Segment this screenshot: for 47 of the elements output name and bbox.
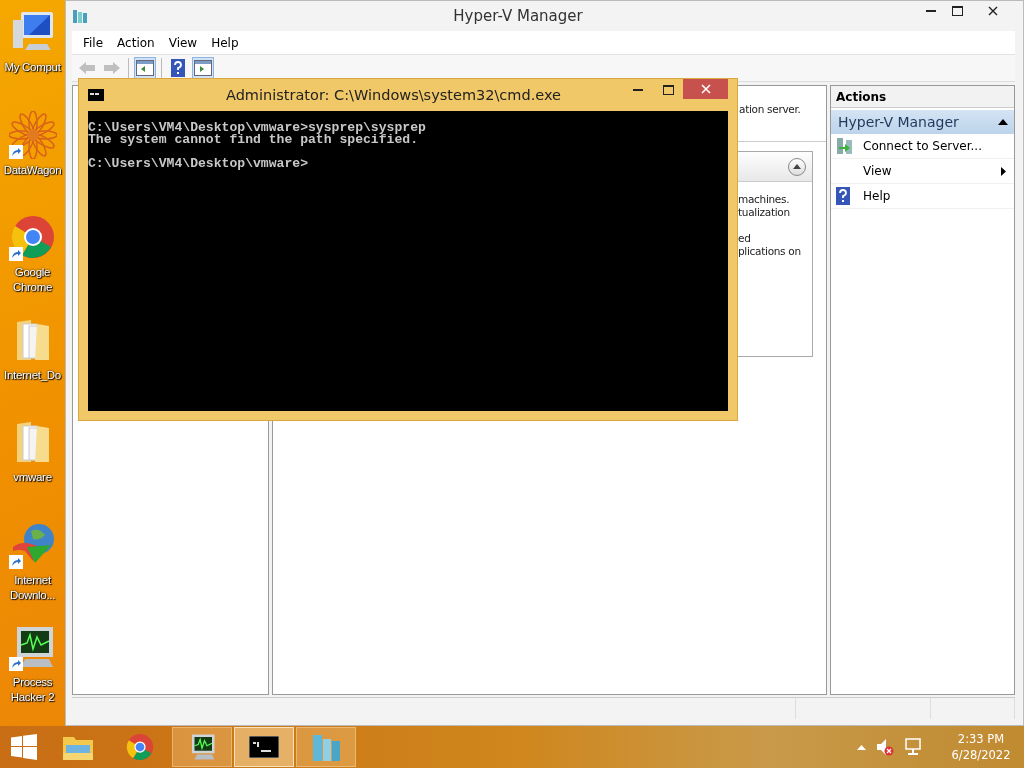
show-hidden-icons-icon[interactable] — [857, 744, 866, 750]
close-icon — [987, 6, 998, 16]
console-line: C:\Users\VM4\Desktop\vmware> — [88, 158, 309, 170]
network-icon[interactable] — [904, 738, 922, 756]
servers-icon — [72, 8, 88, 24]
toolbar-button[interactable] — [192, 57, 214, 79]
back-arrow-icon — [78, 61, 96, 75]
description-paragraph: machines. tualization — [738, 193, 791, 219]
minimize-icon — [633, 88, 643, 92]
window-title: Hyper-V Manager — [452, 7, 584, 25]
windows-logo-icon — [11, 734, 37, 760]
taskbar-button[interactable] — [234, 727, 294, 767]
menu-item[interactable]: File — [76, 35, 111, 50]
help-icon — [836, 187, 850, 205]
console-icon — [249, 736, 279, 758]
maximize-icon — [662, 85, 674, 95]
description-text: ation server. — [739, 103, 801, 115]
left-pane-icon — [136, 60, 154, 76]
console-line: The system cannot find the path specified. — [88, 134, 419, 146]
console-icon — [88, 89, 104, 101]
star-icon — [8, 110, 57, 159]
view-submenu[interactable]: View — [831, 159, 1014, 184]
console-line: C:\Users\VM4\Desktop\vmware>sysprep\sysprep — [88, 122, 427, 134]
help-icon — [171, 59, 185, 77]
caret-icon — [998, 119, 1008, 125]
minimize-icon — [926, 9, 936, 13]
connect-server-icon — [836, 137, 854, 155]
action-group-header[interactable]: Hyper-V Manager — [831, 110, 1014, 134]
right-pane-icon — [194, 60, 212, 76]
window-title: Administrator: C:\Windows\system32\cmd.exe — [225, 87, 562, 103]
menu-item[interactable]: Help — [204, 35, 246, 50]
close-icon — [700, 84, 711, 94]
taskbar-button[interactable] — [172, 727, 232, 767]
actions-header: Actions — [831, 86, 1014, 108]
collapse-button[interactable] — [788, 157, 806, 176]
chrome-icon — [125, 732, 155, 762]
caret-icon — [793, 164, 801, 169]
forward-arrow-icon — [103, 61, 121, 75]
menu-item[interactable]: View — [161, 35, 205, 50]
submenu-arrow-icon — [1001, 166, 1006, 176]
menu-item[interactable]: Action — [110, 35, 162, 50]
toolbar-button[interactable] — [134, 57, 156, 79]
help-command[interactable]: Help — [831, 184, 1014, 209]
speaker-muted-icon[interactable] — [876, 738, 894, 756]
maximize-icon — [951, 6, 963, 16]
description-paragraph: ed plications on — [738, 232, 802, 258]
connect-command[interactable]: Connect to Server... — [831, 134, 1014, 159]
